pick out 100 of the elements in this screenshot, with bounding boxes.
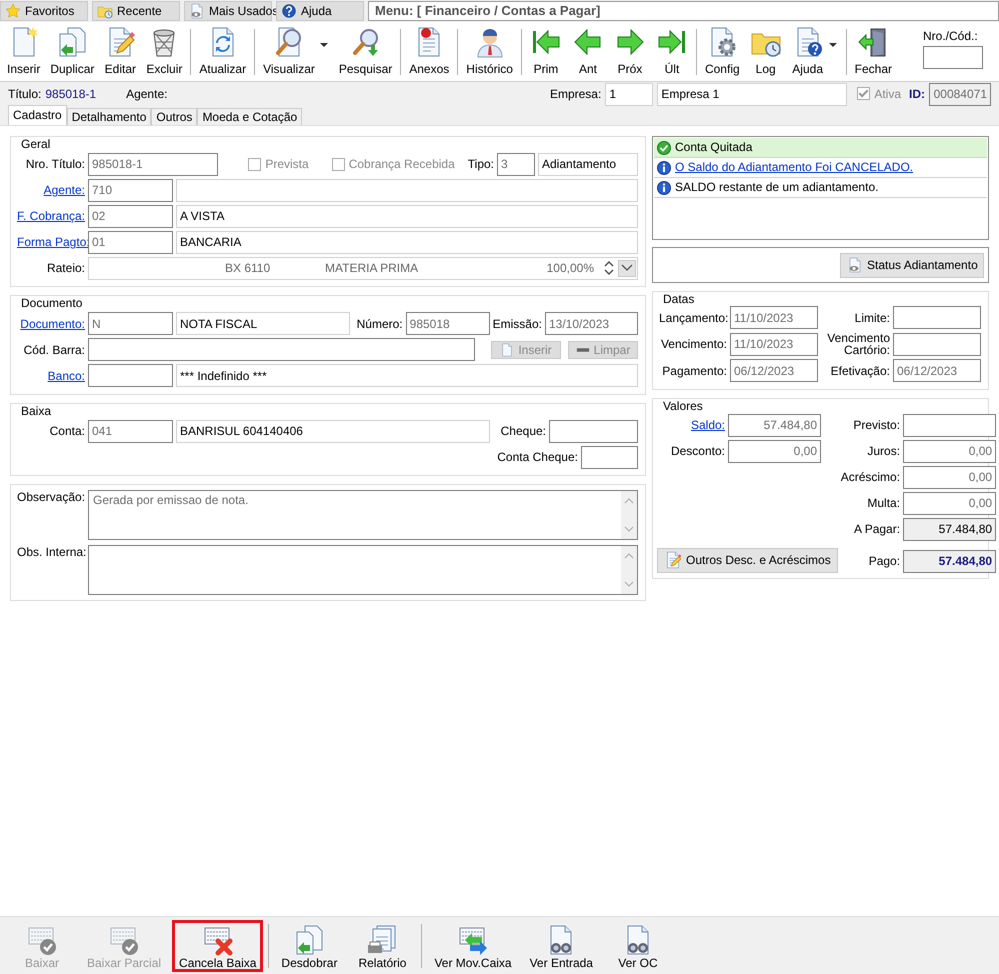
input-field[interactable]: 01	[88, 230, 173, 254]
toolbar-button[interactable]: Prim	[524, 25, 567, 79]
toolbar-button[interactable]: Ant	[566, 25, 609, 79]
toolbar-button[interactable]: Editar	[99, 25, 142, 79]
field-link[interactable]: Agente:	[44, 183, 85, 198]
input-field[interactable]: N	[88, 312, 173, 336]
caret-icon[interactable]	[828, 43, 837, 47]
field-label: Emissão:	[492, 316, 542, 331]
toolbar-button[interactable]: Anexos	[404, 25, 454, 79]
toolbar-button[interactable]: Histórico	[461, 25, 518, 79]
toolbar-button[interactable]: Desdobrar	[274, 920, 344, 972]
table-cell-text: MATERIA PRIMA	[324, 261, 420, 276]
toolbar-button[interactable]: Ver Mov.Caixa	[427, 920, 519, 972]
field-label: Juros:	[866, 444, 900, 458]
input-field[interactable]: 985018-1	[88, 152, 218, 176]
field-label: Vencimento Cartório:	[826, 332, 890, 356]
input-field[interactable]	[903, 414, 996, 437]
input-field[interactable]: 1	[605, 82, 654, 106]
toolbar-button[interactable]: Visualizar	[258, 25, 320, 79]
toolbar-button[interactable]: Config	[700, 25, 745, 79]
group-title: Baixa	[19, 404, 54, 418]
input-field[interactable]: Empresa 1	[657, 82, 848, 106]
printer-report-icon	[366, 924, 398, 956]
input-field[interactable]: 0,00	[728, 440, 821, 463]
input-field[interactable]: 13/10/2023	[545, 312, 638, 336]
input-field[interactable]: 0,00	[903, 492, 996, 515]
toolbar-button[interactable]: Ver Entrada	[522, 920, 600, 972]
field-link[interactable]: Documento:	[20, 316, 85, 331]
toolbar-button[interactable]: Últ	[650, 25, 693, 79]
field-label: Limite:	[854, 312, 890, 324]
input-field[interactable]: 57.484,80	[903, 550, 996, 573]
toolbar-button[interactable]: Atualizar	[194, 25, 252, 79]
field-link[interactable]: Forma Pagto:	[17, 235, 90, 250]
toolbar-button[interactable]: Log	[744, 25, 787, 79]
toolbar-button[interactable]: Pesquisar	[334, 25, 398, 79]
input-field[interactable]: 57.484,80	[903, 518, 996, 541]
menu-tab[interactable]: Favoritos	[0, 1, 88, 21]
spinner-icon[interactable]	[604, 260, 614, 276]
toolbar-button[interactable]: Fechar	[850, 25, 898, 79]
field-label: Pagamento:	[661, 364, 727, 378]
input-field[interactable]	[923, 46, 983, 70]
input-field[interactable]: 06/12/2023	[893, 359, 981, 382]
message-link[interactable]: O Saldo do Adiantamento Foi CANCELADO.	[675, 160, 914, 175]
field-label: Obs. Interna:	[17, 545, 85, 560]
input-field[interactable]: 06/12/2023	[730, 359, 818, 382]
input-field[interactable]	[893, 332, 981, 356]
toolbar-button[interactable]: Duplicar	[45, 25, 100, 79]
field-link[interactable]: Saldo:	[690, 418, 725, 432]
tab[interactable]: Cadastro	[8, 105, 67, 125]
field-label: Conta:	[48, 424, 85, 438]
star-icon	[5, 3, 21, 19]
input-field[interactable]	[893, 306, 981, 330]
input-field[interactable]: BANCARIA	[176, 230, 638, 254]
input-field[interactable]: 0,00	[903, 466, 996, 489]
input-field[interactable]: 11/10/2023	[730, 306, 818, 330]
input-field[interactable]: 0,00	[903, 440, 996, 463]
input-field[interactable]: *** Indefinido ***	[176, 364, 638, 388]
document-icon	[500, 342, 514, 357]
input-field[interactable]: 57.484,80	[728, 414, 821, 437]
document-eye-icon	[847, 257, 863, 273]
message-text: Conta Quitada	[675, 140, 752, 155]
input-field[interactable]: 041	[88, 420, 173, 443]
input-field[interactable]: A VISTA	[176, 204, 638, 228]
toolbar-button[interactable]: Inserir	[2, 25, 46, 79]
rateio-grid[interactable]: BX 6110 MATERIA PRIMA 100,00%	[88, 256, 638, 280]
toolbar-button[interactable]: Ajuda	[786, 25, 829, 79]
dropdown-button[interactable]	[618, 260, 636, 277]
adjustments-button[interactable]: Outros Desc. e Acréscimos	[657, 548, 838, 573]
input-field[interactable]: 02	[88, 204, 173, 228]
chevron-down-icon	[621, 264, 633, 272]
input-field[interactable]: 985018	[406, 312, 490, 336]
input-field[interactable]: 3	[497, 152, 535, 176]
toolbar-button[interactable]: Próx	[608, 25, 651, 79]
input-field[interactable]: 710	[88, 178, 173, 202]
toolbar-button[interactable]: Excluir	[141, 25, 188, 79]
toolbar-button[interactable]: Relatório	[348, 920, 416, 972]
input-field[interactable]: 11/10/2023	[730, 332, 818, 356]
input-field[interactable]: NOTA FISCAL	[176, 312, 350, 336]
tab[interactable]: Outros	[151, 108, 198, 125]
tab[interactable]: Detalhamento	[66, 108, 152, 125]
toolbar-button[interactable]: Cancela Baixa	[172, 920, 264, 972]
status-button[interactable]: Status Adiantamento	[840, 252, 984, 278]
field-link[interactable]: F. Cobrança:	[17, 209, 86, 224]
tab[interactable]: Moeda e Cotação	[197, 108, 302, 125]
input-field[interactable]	[549, 420, 638, 443]
field-link[interactable]: Banco:	[48, 368, 85, 383]
input-field[interactable]	[88, 364, 173, 388]
input-field[interactable]: 00084071	[929, 82, 991, 106]
menu-tab[interactable]: Recente	[92, 1, 180, 21]
field-label: Rateio:	[46, 261, 85, 276]
input-field[interactable]: BANRISUL 604140406	[176, 420, 490, 443]
menu-tab[interactable]: Ajuda	[276, 1, 364, 21]
input-field[interactable]	[581, 446, 638, 469]
caret-icon[interactable]	[320, 43, 328, 47]
field-label: Vencimento:	[660, 337, 727, 352]
field-label: ID:	[909, 86, 925, 102]
toolbar-button[interactable]: Ver OC	[604, 920, 672, 972]
input-field[interactable]	[88, 338, 475, 362]
input-field[interactable]: Adiantamento	[538, 152, 638, 176]
field-label: Número:	[356, 316, 403, 331]
